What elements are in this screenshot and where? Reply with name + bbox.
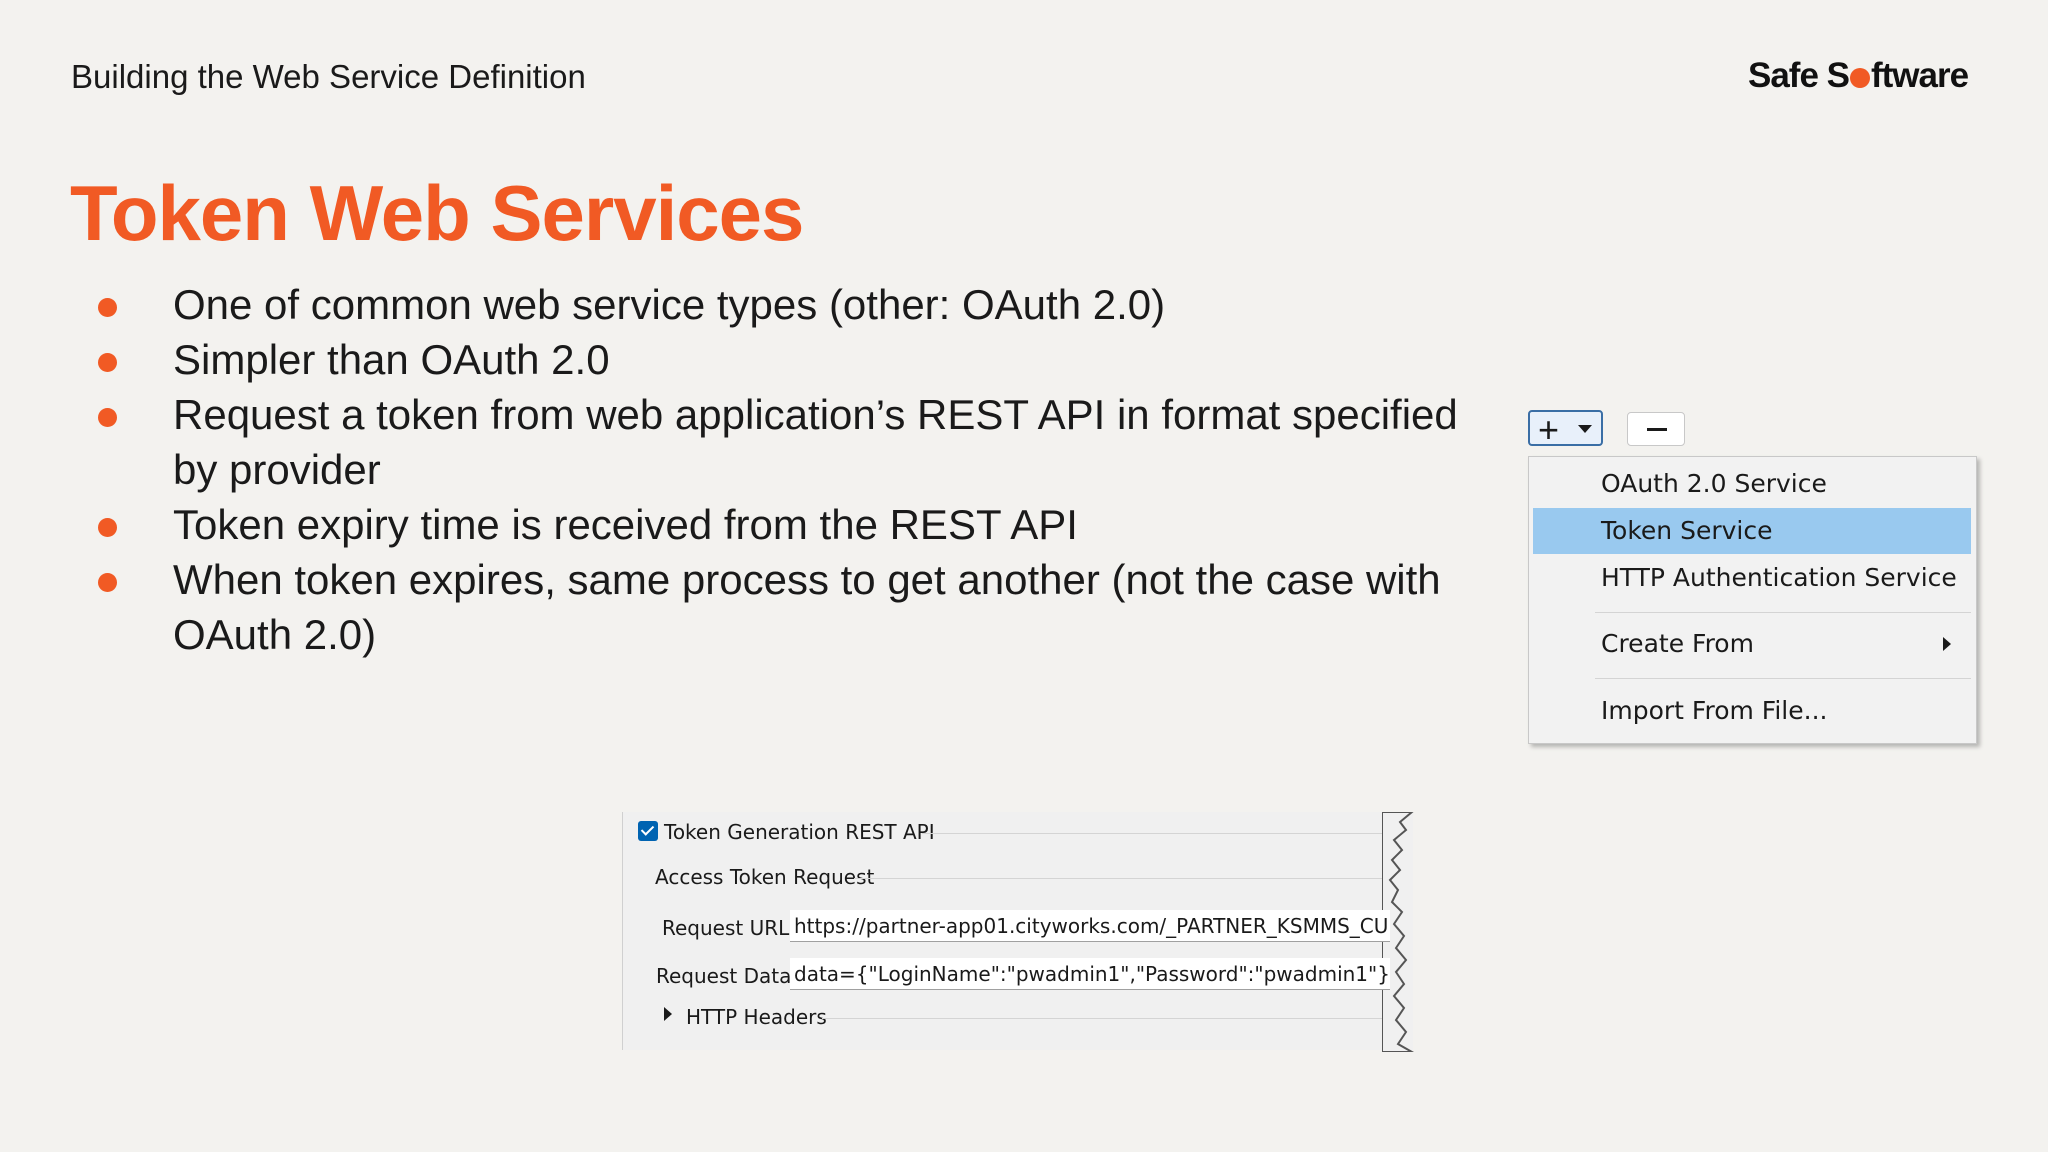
logo-dot-icon xyxy=(1850,68,1870,88)
menu-divider xyxy=(1595,612,1971,613)
bullet-icon xyxy=(98,573,117,592)
logo-text-part2: ftware xyxy=(1871,56,1969,95)
plus-icon: + xyxy=(1538,409,1560,450)
safe-software-logo: Safe S ftware xyxy=(1748,56,1969,96)
token-generation-checkbox[interactable] xyxy=(638,821,658,841)
bullet-icon xyxy=(98,408,117,427)
menu-item-import-from-file[interactable]: Import From File... xyxy=(1533,688,1971,734)
list-item: Request a token from web application’s R… xyxy=(98,387,1478,497)
chevron-down-icon xyxy=(1578,425,1592,433)
bullet-text: Simpler than OAuth 2.0 xyxy=(173,336,610,383)
group-divider xyxy=(822,1018,1382,1019)
expand-arrow-icon[interactable] xyxy=(664,1007,672,1021)
page-title: Token Web Services xyxy=(70,169,804,257)
minus-icon xyxy=(1647,428,1667,431)
bullet-text: Token expiry time is received from the R… xyxy=(173,501,1078,548)
bullet-text: One of common web service types (other: … xyxy=(173,281,1166,328)
http-headers-label[interactable]: HTTP Headers xyxy=(686,1005,827,1029)
menu-item-http-authentication-service[interactable]: HTTP Authentication Service xyxy=(1533,555,1971,601)
group-divider xyxy=(922,833,1382,834)
menu-item-create-from[interactable]: Create From xyxy=(1533,621,1971,667)
bullet-list: One of common web service types (other: … xyxy=(98,277,1478,662)
menu-divider xyxy=(1595,678,1971,679)
chevron-right-icon xyxy=(1943,637,1951,651)
token-generation-screenshot: Token Generation REST API Access Token R… xyxy=(622,812,1422,1052)
remove-service-button[interactable] xyxy=(1627,412,1685,446)
list-item: When token expires, same process to get … xyxy=(98,552,1478,662)
bullet-text: Request a token from web application’s R… xyxy=(173,391,1458,493)
add-service-button[interactable]: + xyxy=(1528,409,1603,450)
menu-item-token-service[interactable]: Token Service xyxy=(1533,508,1971,554)
access-token-request-label: Access Token Request xyxy=(655,865,875,889)
service-type-menu: OAuth 2.0 Service Token Service HTTP Aut… xyxy=(1528,456,1977,744)
request-url-input[interactable]: https://partner-app01.cityworks.com/_PAR… xyxy=(790,910,1390,942)
bullet-text: When token expires, same process to get … xyxy=(173,556,1441,658)
bullet-icon xyxy=(98,518,117,537)
logo-text-part1: Safe S xyxy=(1748,56,1850,95)
list-item: Token expiry time is received from the R… xyxy=(98,497,1478,552)
group-divider xyxy=(854,878,1382,879)
list-item: One of common web service types (other: … xyxy=(98,277,1478,332)
section-title: Building the Web Service Definition xyxy=(71,58,586,95)
request-data-label: Request Data: xyxy=(656,964,799,988)
bullet-icon xyxy=(98,298,117,317)
add-service-menu-screenshot: + OAuth 2.0 Service Token Service HTTP A… xyxy=(1523,404,1978,744)
token-generation-label: Token Generation REST API xyxy=(664,820,935,844)
request-data-input[interactable]: data={"LoginName":"pwadmin1","Password":… xyxy=(790,958,1390,990)
menu-item-oauth2-service[interactable]: OAuth 2.0 Service xyxy=(1533,461,1971,507)
bullet-icon xyxy=(98,353,117,372)
list-item: Simpler than OAuth 2.0 xyxy=(98,332,1478,387)
menu-item-label: Create From xyxy=(1601,629,1754,658)
request-url-label: Request URL: xyxy=(662,916,797,940)
